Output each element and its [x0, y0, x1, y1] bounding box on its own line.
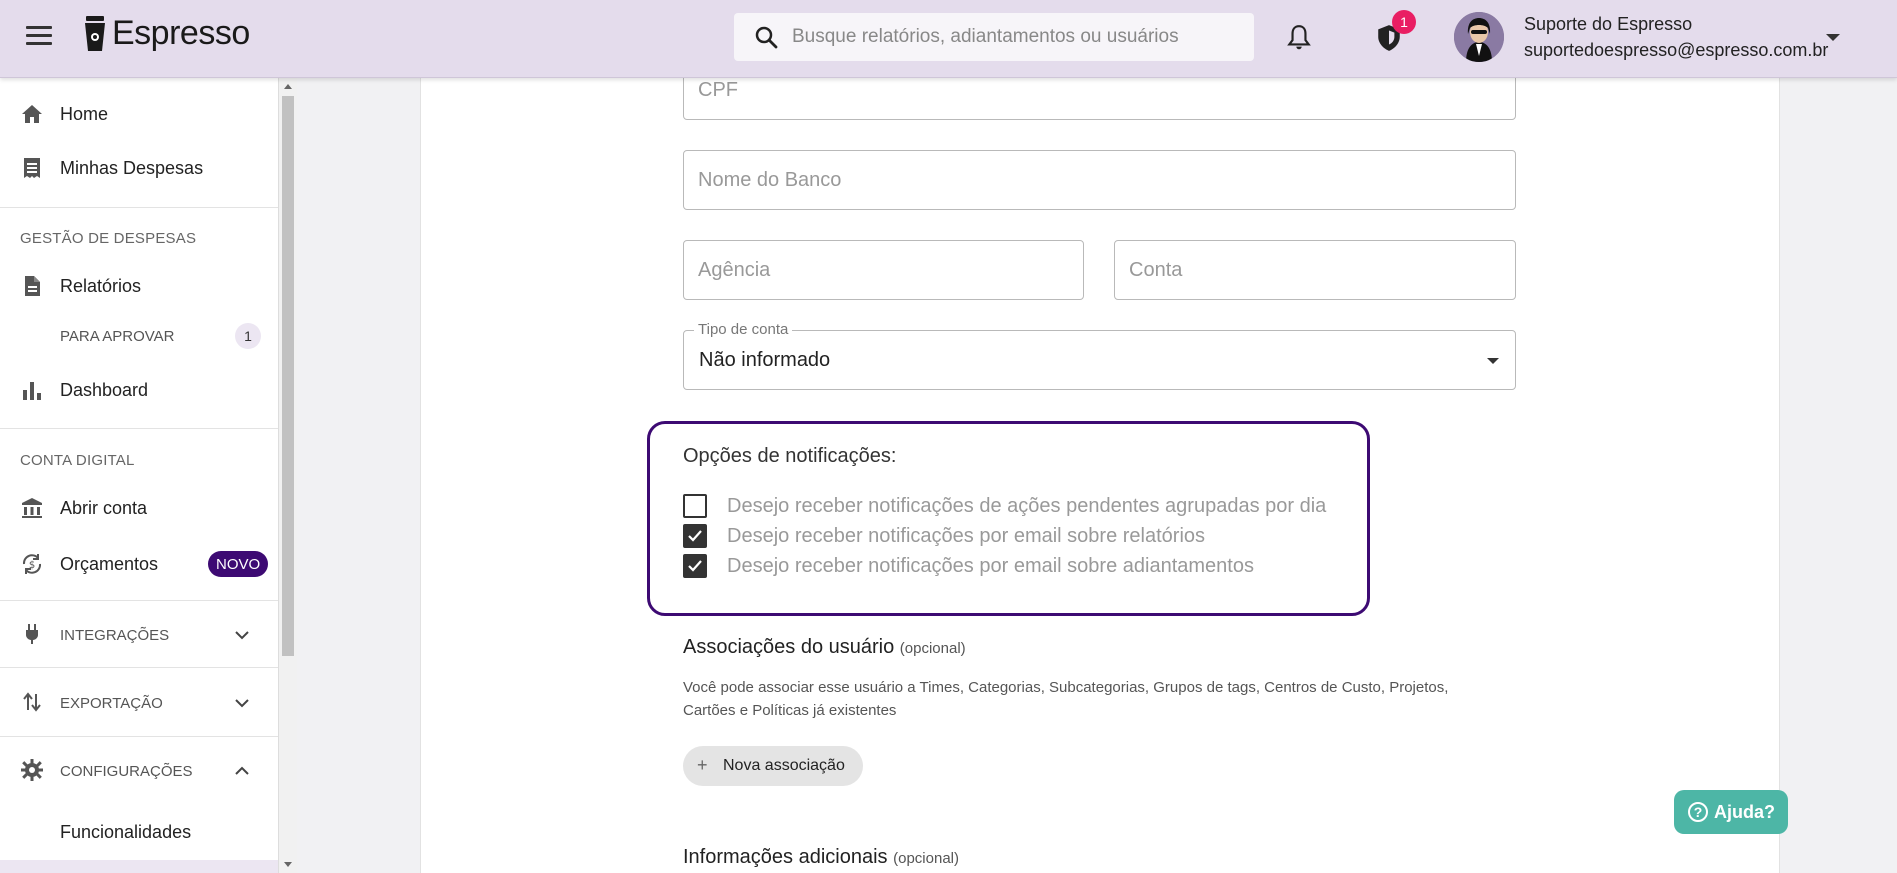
sidebar-item-home[interactable]: Home [0, 92, 278, 136]
count-badge: 1 [235, 323, 261, 349]
scroll-thumb[interactable] [282, 96, 294, 656]
bank-name-input[interactable] [698, 151, 1501, 209]
new-association-button[interactable]: + Nova associação [683, 746, 863, 786]
help-label: Ajuda? [1714, 801, 1775, 822]
bar-chart-icon [23, 382, 41, 400]
sidebar-item-relatorios[interactable]: Relatórios [0, 264, 278, 308]
svg-text:$: $ [29, 560, 35, 571]
scroll-down-arrow[interactable] [284, 862, 292, 867]
checkbox-label: Desejo receber notificações por email so… [727, 525, 1206, 547]
optional-label: (opcional) [893, 850, 959, 867]
additional-info-title-text: Informações adicionais [683, 846, 888, 868]
divider [0, 736, 278, 737]
notification-options-title: Opções de notificações: [683, 445, 897, 467]
sidebar-item-label: Funcionalidades [60, 822, 192, 842]
divider [0, 600, 278, 601]
sidebar-scrollbar[interactable] [279, 78, 297, 873]
sidebar-item-label: Abrir conta [60, 498, 148, 518]
checkbox-email-advances[interactable] [683, 554, 707, 578]
notification-badge: 1 [1392, 10, 1416, 34]
sidebar-item-exportacao[interactable]: EXPORTAÇÃO [0, 678, 278, 728]
agency-field[interactable] [683, 240, 1084, 300]
sidebar-item-para-aprovar[interactable]: PARA APROVAR 1 [0, 316, 278, 356]
plus-icon: + [697, 755, 708, 775]
menu-icon[interactable] [26, 26, 52, 48]
user-name: Suporte do Espresso [1524, 14, 1693, 34]
checkbox-email-reports[interactable] [683, 524, 707, 548]
sidebar-item-label: Orçamentos [60, 554, 159, 574]
sidebar-item-label: Minhas Despesas [60, 158, 204, 178]
account-type-select[interactable]: Tipo de conta Não informado [683, 321, 1516, 390]
optional-label: (opcional) [899, 640, 966, 657]
bank-name-field[interactable] [683, 150, 1516, 210]
divider [0, 428, 278, 429]
search-bar[interactable] [734, 13, 1254, 61]
sidebar-item-funcionalidades[interactable]: Funcionalidades [0, 810, 278, 854]
currency-exchange-icon: $ [22, 554, 42, 574]
user-avatar-icon [1454, 12, 1504, 62]
sidebar-item-label: EXPORTAÇÃO [60, 695, 163, 712]
bell-icon[interactable] [1286, 24, 1312, 52]
gear-icon [21, 759, 43, 781]
chevron-up-icon [235, 766, 249, 775]
top-bar: Espresso 1 Suporte do Espresso suportedo… [0, 0, 1897, 78]
receipt-icon [24, 158, 40, 178]
question-icon: ? [1688, 802, 1708, 822]
dropdown-arrow-icon [1487, 358, 1499, 364]
brand-name: Espresso [112, 14, 250, 52]
logo[interactable]: Espresso [84, 14, 250, 53]
plug-icon [26, 624, 38, 644]
associations-description: Você pode associar esse usuário a Times,… [683, 679, 1449, 719]
sidebar-item-dashboard[interactable]: Dashboard [0, 368, 278, 412]
document-icon [25, 276, 40, 296]
bank-icon [22, 498, 42, 518]
search-icon [755, 26, 778, 49]
sidebar-item-minhas-despesas[interactable]: Minhas Despesas [0, 146, 278, 190]
sidebar-item-configuracoes[interactable]: CONFIGURAÇÕES [0, 746, 278, 796]
divider [0, 207, 278, 208]
sidebar: Home Minhas Despesas GESTÃO DE DESPESAS … [0, 78, 279, 873]
associations-title: Associações do usuário (opcional) [683, 636, 966, 659]
divider [0, 667, 278, 668]
checkbox-pending-actions[interactable] [683, 494, 707, 518]
user-email: suportedoespresso@espresso.com.br [1524, 40, 1829, 60]
sidebar-item-label: Relatórios [60, 276, 142, 296]
checkbox-label: Desejo receber notificações por email so… [727, 555, 1254, 577]
help-button[interactable]: ? Ajuda? [1674, 790, 1788, 834]
sidebar-item-label: Home [60, 104, 109, 124]
account-input[interactable] [1129, 241, 1501, 299]
associations-title-text: Associações do usuário [683, 636, 895, 658]
sidebar-item-label: Dashboard [60, 380, 149, 400]
import-export-icon [23, 692, 41, 712]
sidebar-item-label: CONFIGURAÇÕES [60, 763, 193, 780]
new-association-label: Nova associação [723, 757, 845, 774]
checkmark-icon [688, 560, 702, 572]
sidebar-item-label: PARA APROVAR [60, 328, 175, 345]
sidebar-item-integracoes[interactable]: INTEGRAÇÕES [0, 610, 278, 660]
agency-input[interactable] [698, 241, 1069, 299]
section-title: CONTA DIGITAL [20, 452, 135, 469]
additional-info-title: Informações adicionais (opcional) [683, 846, 959, 869]
coffee-cup-icon [85, 15, 105, 51]
checkbox-label: Desejo receber notificações de ações pen… [727, 495, 1327, 517]
avatar[interactable] [1454, 12, 1504, 62]
section-title: GESTÃO DE DESPESAS [20, 230, 197, 247]
account-field[interactable] [1114, 240, 1516, 300]
new-badge: NOVO [208, 551, 269, 577]
home-icon [22, 105, 42, 123]
search-input[interactable] [792, 26, 1212, 48]
sidebar-item-abrir-conta[interactable]: Abrir conta [0, 486, 278, 530]
sidebar-item-label: INTEGRAÇÕES [60, 627, 170, 644]
sidebar-item-orcamentos[interactable]: $ Orçamentos NOVO [0, 542, 278, 586]
chevron-down-icon [235, 631, 249, 640]
checkmark-icon [688, 530, 702, 542]
user-menu-chevron-icon[interactable] [1826, 34, 1840, 41]
chevron-down-icon [235, 699, 249, 708]
active-item-highlight [0, 860, 278, 873]
account-type-label: Tipo de conta [694, 321, 793, 338]
account-type-value: Não informado [699, 349, 831, 371]
scroll-up-arrow[interactable] [284, 84, 292, 89]
